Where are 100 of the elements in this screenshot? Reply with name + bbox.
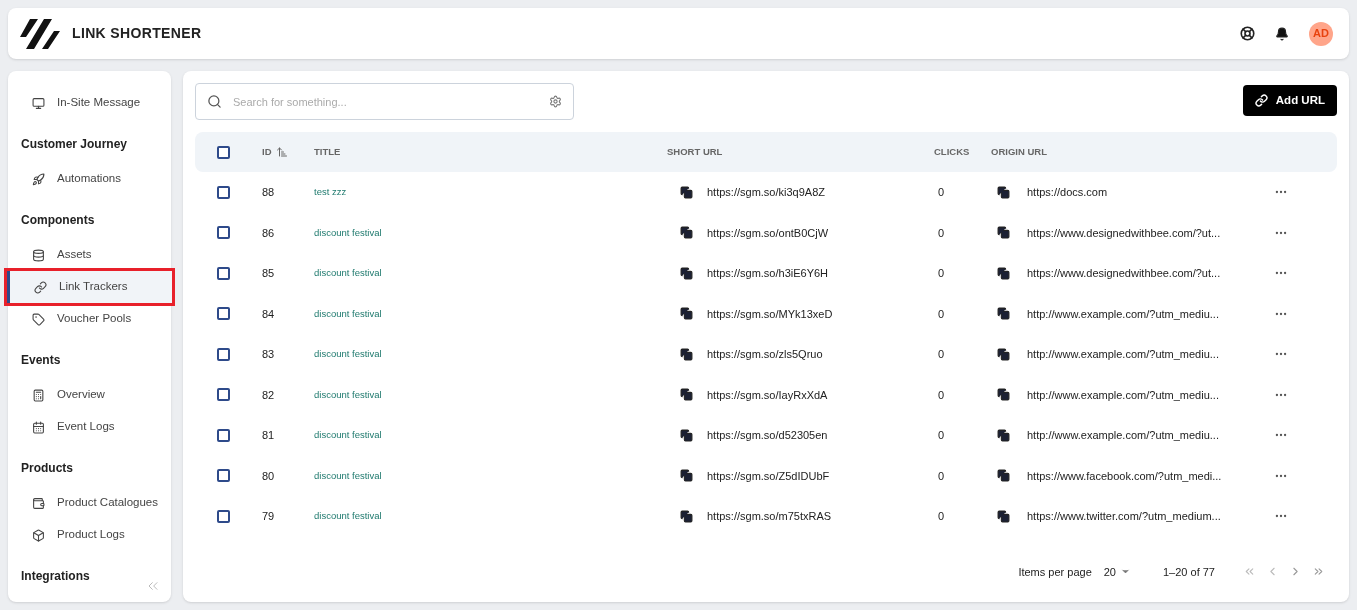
copy-icon[interactable] [997,226,1010,240]
table-cell-text: http://www.example.com/?utm_mediu... [1027,428,1219,443]
table-cell: 79 [262,510,275,522]
calculator-icon [32,388,45,402]
page-range: 1–20 of 77 [1163,564,1215,580]
copy-icon[interactable] [680,509,693,523]
copy-icon[interactable] [680,469,693,483]
copy-icon[interactable] [680,428,693,442]
copy-icon[interactable] [680,185,693,199]
sidebar-item[interactable]: Automations [8,163,171,195]
checkbox[interactable] [217,388,230,402]
sidebar-item[interactable]: Product Catalogues [8,487,171,519]
copy-icon[interactable] [997,347,1010,361]
copy-icon[interactable] [997,509,1010,523]
table-cell: 0 [938,267,945,279]
notification-icon[interactable] [1275,26,1289,41]
help-icon[interactable] [1240,26,1255,41]
sidebar-item[interactable]: Event Logs [8,411,171,443]
copy-icon[interactable] [680,388,693,402]
table-cell: discount festival [314,348,382,360]
copy-icon[interactable] [997,469,1010,483]
checkbox[interactable] [217,307,230,321]
add-url-button[interactable]: Add URL [1242,85,1337,116]
table-cell: discount festival [314,226,382,238]
checkbox[interactable] [217,428,230,442]
page-size-select[interactable]: 20 [1103,563,1131,580]
database-icon [32,248,45,262]
copy-icon[interactable] [997,185,1010,199]
table-cell: 81 [262,429,275,441]
table-cell: 0 [938,388,945,401]
table-cell: 86 [262,226,275,239]
table-cell: test zzz [314,186,347,198]
table-cell: 0 [938,429,945,441]
sidebar-item[interactable]: Assets [8,239,171,271]
copy-icon[interactable] [997,307,1010,321]
column-header: TITLE [314,145,341,157]
table-cell: discount festival [314,429,382,441]
settings-icon[interactable] [549,95,562,108]
table-cell-text: https://www.designedwithbee.com/?ut... [1027,266,1221,281]
sidebar-item[interactable]: Voucher Pools [8,303,171,335]
column-header[interactable]: ID [262,144,272,160]
table-cell: 0 [938,186,945,198]
table-cell-text: https://www.facebook.com/?utm_medi... [1027,468,1222,484]
sidebar-item[interactable]: Overview [8,379,171,411]
checkbox[interactable] [217,469,230,483]
table-cell-text: https://sgm.so/IayRxXdA [707,387,828,403]
table-cell-text: http://www.example.com/?utm_mediu... [1027,306,1219,322]
table-cell: 0 [938,469,945,482]
table-cell-text: https://docs.com [1027,185,1108,200]
table-cell: 0 [938,510,945,522]
link-icon [1254,94,1268,107]
calendar-icon [32,420,45,434]
table-cell: 82 [262,388,275,401]
table-cell: discount festival [314,469,382,481]
copy-icon[interactable] [680,266,693,280]
items-per-page-label: Items per page [1018,564,1092,580]
table-cell: 0 [938,307,945,320]
column-header: ORIGIN URL [991,145,1047,157]
table-cell: 83 [262,348,275,360]
copy-icon[interactable] [680,347,693,361]
copy-icon[interactable] [997,428,1010,442]
checkbox[interactable] [217,509,230,523]
search-field[interactable]: Search for something... [195,83,574,120]
sidebar-item[interactable]: In-Site Message [8,87,171,119]
section-heading: Customer Journey [21,136,128,153]
copy-icon[interactable] [997,266,1010,280]
table-cell-text: https://sgm.so/Z5dIDUbF [707,468,830,484]
table-cell: 80 [262,469,275,482]
checkbox[interactable] [217,145,230,159]
checkbox[interactable] [217,347,230,361]
table-cell-text: http://www.example.com/?utm_mediu... [1027,387,1219,403]
copy-icon[interactable] [680,226,693,240]
table-cell: discount festival [314,510,382,522]
column-header: CLICKS [934,145,970,157]
section-heading: Components [21,212,95,229]
table-cell-text: https://sgm.so/MYk13xeD [707,306,833,322]
checkbox[interactable] [217,266,230,280]
table-cell: 88 [262,186,275,198]
table-cell-text: http://www.example.com/?utm_mediu... [1027,347,1219,362]
logo-icon [20,16,60,51]
section-heading: Integrations [21,568,90,585]
table-cell-text: https://sgm.so/m75txRAS [707,509,832,524]
search-icon [207,94,222,109]
column-header: SHORT URL [667,145,723,157]
copy-icon[interactable] [680,307,693,321]
sidebar-item[interactable]: Link Trackers [7,271,172,303]
tag-icon [32,312,45,326]
table-cell-text: https://www.designedwithbee.com/?ut... [1027,225,1221,241]
rocket-icon [32,172,45,186]
sidebar-item[interactable]: Product Logs [8,519,171,551]
checkbox[interactable] [217,185,230,199]
cube-icon [32,528,45,542]
checkbox[interactable] [217,226,230,240]
table-cell-text: https://sgm.so/h3iE6Y6H [707,266,829,281]
table-cell-text: https://www.twitter.com/?utm_medium... [1027,509,1221,524]
sort-icon[interactable] [275,146,288,158]
copy-icon[interactable] [997,388,1010,402]
section-heading: Events [21,352,61,369]
table-cell: 0 [938,226,945,239]
wallet-icon [32,496,45,510]
